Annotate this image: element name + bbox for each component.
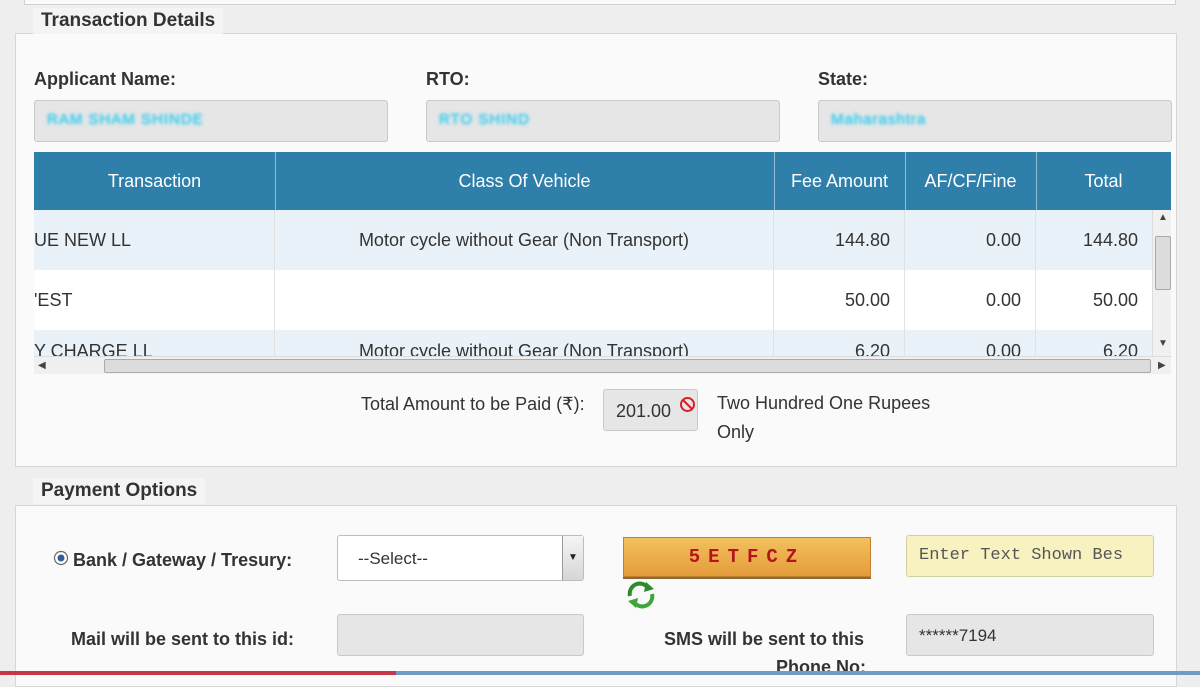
sms-label-line1: SMS will be sent to this [664,629,865,649]
no-entry-icon [680,397,695,412]
horizontal-scroll-thumb[interactable] [104,359,1151,373]
bank-select[interactable]: --Select-- ▼ [337,535,584,581]
sms-phone-value: ******7194 [919,626,997,645]
bank-select-value: --Select-- [358,549,428,568]
payment-options-panel [15,505,1177,687]
payment-options-legend: Payment Options [33,478,206,504]
scroll-up-icon[interactable]: ▲ [1158,212,1168,223]
cell-class [275,270,774,330]
top-panel-edge [24,0,1176,5]
table-row[interactable]: UE NEW LL Motor cycle without Gear (Non … [34,210,1152,271]
transaction-table: Transaction Class Of Vehicle Fee Amount … [34,152,1171,374]
rto-field: RTO SHIND [426,100,780,142]
state-field: Maharashtra [818,100,1172,142]
cell-class: Motor cycle without Gear (Non Transport) [275,210,774,270]
cell-total: 144.80 [1082,230,1138,250]
applicant-name-field: RAM SHAM SHINDE [34,100,388,142]
header-class-of-vehicle[interactable]: Class Of Vehicle [275,152,775,210]
bottom-accent-line [0,671,1200,675]
cell-fee: 144.80 [774,210,905,270]
cell-fine: 0.00 [905,270,1036,330]
captcha-image: 5ETFCZ [623,537,871,577]
scroll-left-icon[interactable]: ◀ [38,360,46,371]
state-label: State: [818,69,869,89]
header-af-cf-fine[interactable]: AF/CF/Fine [905,152,1037,210]
state-value: Maharashtra [831,111,927,128]
total-amount-value: 201.00 [616,401,672,421]
applicant-name-value: RAM SHAM SHINDE [47,111,204,128]
table-row[interactable]: 'EST 50.00 0.00 50.00 [34,270,1152,331]
total-amount-label: Total Amount to be Paid (₹): [361,394,585,414]
cell-transaction: UE NEW LL [34,210,275,270]
scroll-down-icon[interactable]: ▼ [1158,338,1168,349]
header-transaction[interactable]: Transaction [34,152,276,210]
chevron-down-icon[interactable]: ▼ [562,536,583,580]
vertical-scrollbar[interactable]: ▲ ▼ [1152,210,1171,356]
horizontal-scrollbar[interactable]: ◀ ▶ [34,356,1171,374]
total-in-words-line2: Only [717,422,755,442]
sms-phone-field: ******7194 [906,614,1154,656]
vertical-scroll-thumb[interactable] [1155,236,1171,290]
transaction-details-legend: Transaction Details [33,8,224,34]
header-total[interactable]: Total [1036,152,1171,210]
cell-transaction: 'EST [34,270,275,330]
cell-fine: 0.00 [905,210,1036,270]
bank-gateway-label: Bank / Gateway / Tresury: [73,550,293,570]
radio-icon[interactable] [53,550,69,566]
table-header: Transaction Class Of Vehicle Fee Amount … [34,152,1171,210]
refresh-icon[interactable] [624,580,658,610]
mail-field[interactable] [337,614,584,656]
captcha-input-placeholder: Enter Text Shown Bes [919,546,1124,565]
rto-label: RTO: [426,69,470,89]
applicant-name-label: Applicant Name: [34,69,177,89]
mail-label: Mail will be sent to this id: [71,629,295,649]
captcha-input[interactable]: Enter Text Shown Bes [906,535,1154,577]
header-fee-amount[interactable]: Fee Amount [774,152,906,210]
cell-fee: 50.00 [774,270,905,330]
total-in-words-line1: Two Hundred One Rupees [717,393,931,413]
cell-total: 50.00 [1092,290,1138,310]
rto-value: RTO SHIND [439,111,530,128]
scroll-right-icon[interactable]: ▶ [1158,360,1166,371]
